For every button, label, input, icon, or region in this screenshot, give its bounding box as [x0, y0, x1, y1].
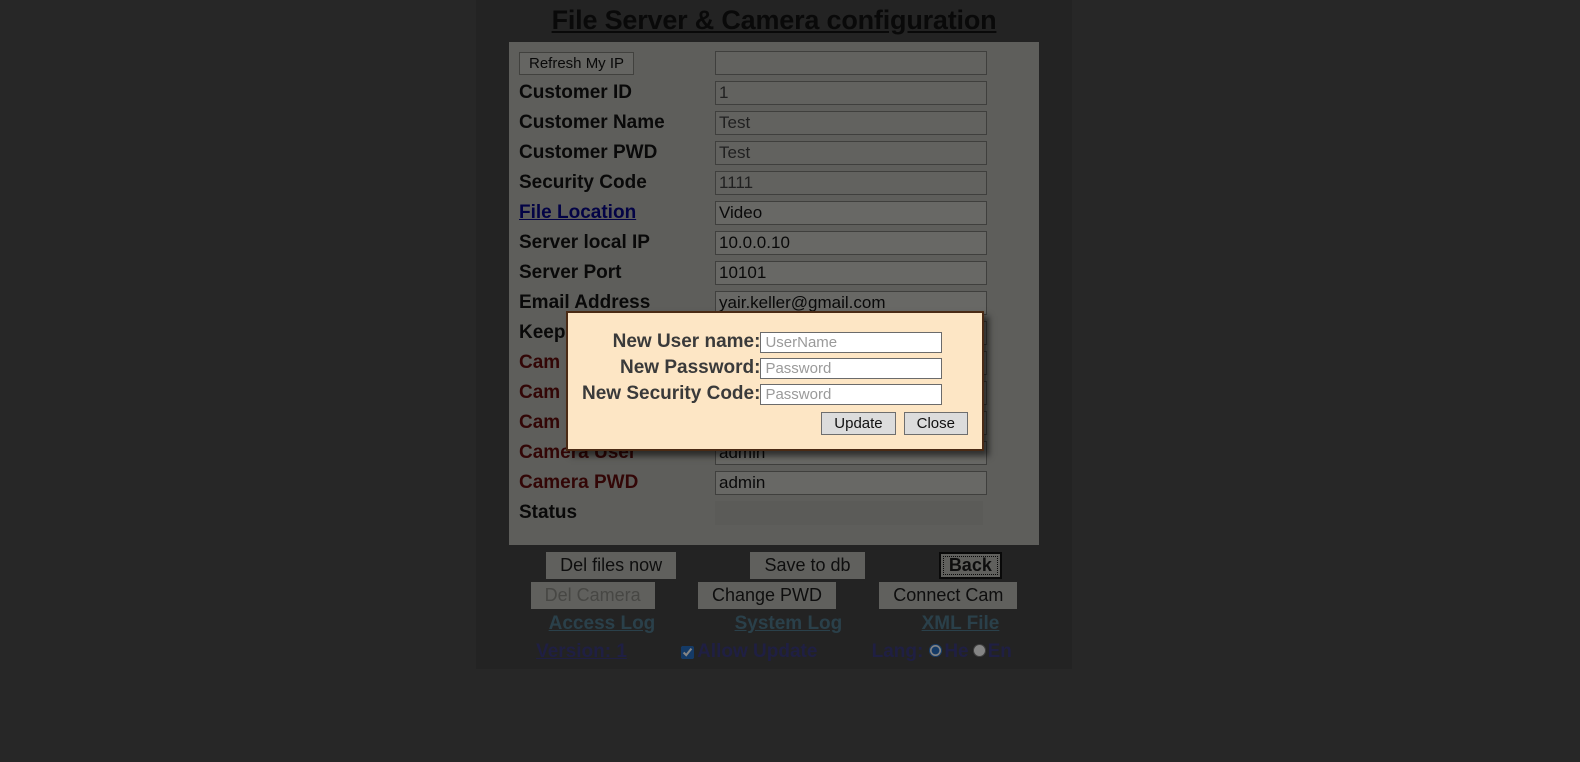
dialog-close-button[interactable]: Close: [903, 412, 968, 435]
dialog-field-label: New Password:: [620, 357, 761, 378]
back-button[interactable]: Back: [938, 551, 1002, 579]
field-value-cell: [715, 228, 1019, 258]
dialog-field-cell: [760, 355, 943, 381]
field-label: Server Port: [519, 262, 622, 283]
dialog-button-row: Update Close: [568, 412, 982, 435]
configuration-form-panel: Refresh My IP Customer ID Customer Name Cu…: [509, 42, 1039, 545]
table-row: Camera PWD: [519, 468, 1019, 498]
allow-update-checkbox[interactable]: [681, 645, 695, 659]
change-password-dialog: New User name: New Password: New Security …: [566, 311, 984, 451]
lang-label: Lang:: [871, 641, 924, 662]
page-root: File Server & Camera configuration Refre…: [0, 0, 1580, 762]
table-row: Status: [519, 498, 1019, 528]
field-value-cell: [715, 198, 1019, 228]
lang-radio-en[interactable]: [972, 644, 986, 657]
table-row: Server local IP: [519, 228, 1019, 258]
field-label: Camera PWD: [519, 472, 639, 493]
language-group: Lang: He En: [872, 641, 1012, 663]
refresh-my-ip-button[interactable]: Refresh My IP: [519, 51, 635, 75]
xml-file-link[interactable]: XML File: [922, 613, 1000, 635]
del-camera-button: Del Camera: [530, 581, 655, 609]
lang-option-label: He: [944, 641, 969, 662]
dialog-field-input[interactable]: [760, 383, 943, 405]
allow-update-group: Allow Update: [681, 641, 817, 663]
table-row: File Location: [519, 198, 1019, 228]
configuration-table: Refresh My IP Customer ID Customer Name Cu…: [519, 48, 1019, 528]
lang-radio-he[interactable]: [929, 644, 943, 657]
field-input[interactable]: [715, 471, 987, 495]
my-ip-cell: [715, 48, 1019, 78]
field-input[interactable]: [715, 231, 987, 255]
field-label: Status: [519, 502, 578, 523]
dialog-field-row: New User name:: [582, 329, 943, 355]
field-label-cell: File Location: [519, 198, 715, 228]
field-value-cell: [715, 468, 1019, 498]
change-pwd-button[interactable]: Change PWD: [697, 581, 837, 609]
field-input[interactable]: [715, 171, 987, 195]
save-to-db-button[interactable]: Save to db: [750, 551, 865, 579]
action-row-secondary: Del Camera Change PWD Connect Cam: [509, 580, 1039, 610]
action-row-primary: Del files now Save to db Back: [509, 550, 1039, 580]
lang-options: He En: [925, 641, 1012, 663]
field-value-cell: [715, 498, 1019, 528]
field-value-cell: [715, 168, 1019, 198]
field-label: Customer PWD: [519, 142, 658, 163]
field-input[interactable]: [715, 141, 987, 165]
field-label: Server local IP: [519, 232, 650, 253]
dialog-field-cell: [760, 329, 943, 355]
field-value-cell: [715, 78, 1019, 108]
change-password-fields: New User name: New Password: New Security …: [582, 329, 943, 407]
field-input[interactable]: [715, 81, 987, 105]
system-log-link[interactable]: System Log: [735, 613, 843, 635]
action-button-grid: Del files now Save to db Back Del Camera Ch…: [509, 550, 1039, 666]
field-input[interactable]: [715, 261, 987, 285]
field-input[interactable]: [715, 501, 983, 525]
table-row: Customer ID: [519, 78, 1019, 108]
file-location-link[interactable]: File Location: [519, 202, 636, 223]
dialog-field-cell: [760, 381, 943, 407]
table-row-refresh-ip: Refresh My IP: [519, 48, 1019, 78]
refresh-ip-cell: Refresh My IP: [519, 48, 715, 78]
field-input[interactable]: [715, 111, 987, 135]
field-input[interactable]: [715, 201, 987, 225]
table-row: Server Port: [519, 258, 1019, 288]
dialog-update-button[interactable]: Update: [821, 412, 896, 435]
field-value-cell: [715, 108, 1019, 138]
lang-option-label: En: [987, 641, 1012, 662]
table-row: Customer PWD: [519, 138, 1019, 168]
table-row: Security Code: [519, 168, 1019, 198]
field-label: Security Code: [519, 172, 647, 193]
dialog-field-label: New Security Code:: [582, 383, 761, 404]
dialog-field-input[interactable]: [760, 357, 943, 379]
field-label: Customer ID: [519, 82, 632, 103]
version-link[interactable]: Version: 1: [536, 641, 627, 663]
dialog-field-input[interactable]: [760, 331, 943, 353]
my-ip-input[interactable]: [715, 51, 987, 75]
field-label: Customer Name: [519, 112, 665, 133]
connect-cam-button[interactable]: Connect Cam: [879, 581, 1018, 609]
dialog-field-row: New Security Code:: [582, 381, 943, 407]
del-files-now-button[interactable]: Del files now: [546, 551, 677, 579]
field-value-cell: [715, 138, 1019, 168]
table-row: Customer Name: [519, 108, 1019, 138]
dialog-field-label: New User name:: [612, 331, 761, 352]
page-title: File Server & Camera configuration: [551, 5, 997, 35]
access-log-link[interactable]: Access Log: [549, 613, 656, 635]
field-value-cell: [715, 258, 1019, 288]
log-link-row: Access Log System Log XML File: [509, 610, 1039, 638]
dialog-field-row: New Password:: [582, 355, 943, 381]
footer-row: Version: 1 Allow Update Lang: He En: [509, 638, 1039, 666]
allow-update-label: Allow Update: [697, 641, 818, 662]
